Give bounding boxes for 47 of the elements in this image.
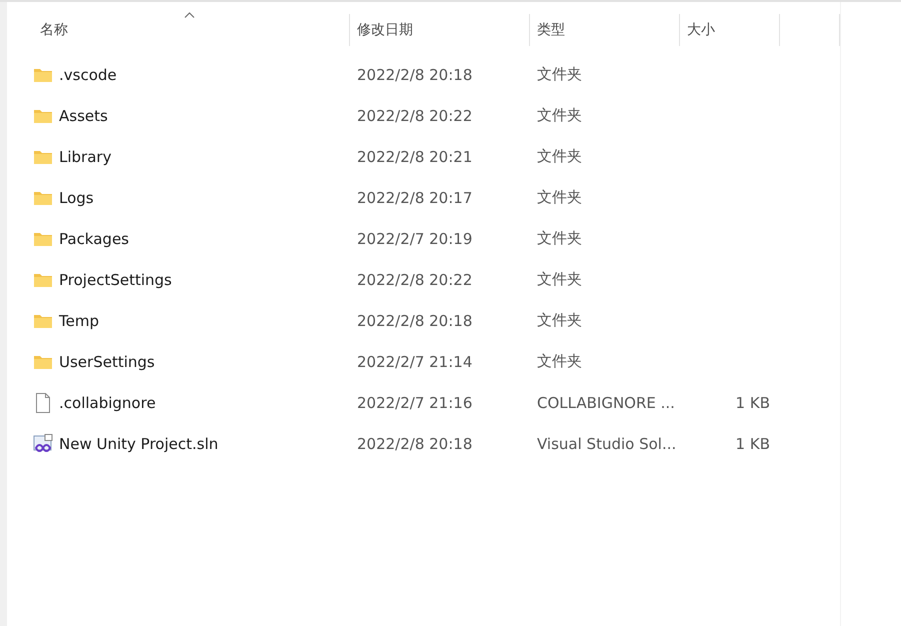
modified-date: 2022/2/8 20:22 <box>357 106 472 124</box>
folder-icon <box>33 272 53 288</box>
file-type: 文件夹 <box>537 147 582 166</box>
file-name[interactable]: Logs <box>59 188 94 206</box>
solution-file-icon <box>33 434 53 454</box>
modified-date: 2022/2/8 20:18 <box>357 312 472 330</box>
file-size: 1 KB <box>736 434 770 452</box>
modified-date: 2022/2/8 20:21 <box>357 148 472 166</box>
file-type: COLLABIGNORE ... <box>537 394 675 412</box>
column-header[interactable]: 修改日期 <box>350 14 530 46</box>
column-header[interactable]: 类型 <box>530 14 680 46</box>
modified-date: 2022/2/8 20:17 <box>357 188 472 206</box>
file-type: 文件夹 <box>537 65 582 84</box>
file-type: 文件夹 <box>537 229 582 248</box>
file-name[interactable]: .collabignore <box>59 394 156 412</box>
file-name[interactable]: Temp <box>59 312 99 330</box>
modified-date: 2022/2/8 20:18 <box>357 66 472 84</box>
column-header[interactable]: 大小 <box>680 14 780 46</box>
folder-icon <box>33 354 53 370</box>
folder-icon <box>33 190 53 206</box>
folder-icon <box>33 312 53 328</box>
column-header[interactable]: 名称 <box>7 14 350 46</box>
file-size: 1 KB <box>736 394 770 412</box>
folder-icon <box>33 108 53 124</box>
file-type: 文件夹 <box>537 188 582 207</box>
modified-date: 2022/2/7 21:14 <box>357 352 472 370</box>
file-type: 文件夹 <box>537 270 582 289</box>
file-name[interactable]: .vscode <box>59 66 117 84</box>
file-name[interactable]: New Unity Project.sln <box>59 434 218 452</box>
folder-icon <box>33 230 53 246</box>
file-name[interactable]: Library <box>59 148 112 166</box>
file-name[interactable]: Packages <box>59 230 129 248</box>
modified-date: 2022/2/8 20:22 <box>357 270 472 288</box>
sort-caret-icon <box>184 12 195 18</box>
modified-date: 2022/2/7 20:19 <box>357 230 472 248</box>
file-name[interactable]: Assets <box>59 106 108 124</box>
modified-date: 2022/2/8 20:18 <box>357 434 472 452</box>
file-type: 文件夹 <box>537 106 582 125</box>
file-type: Visual Studio Sol... <box>537 434 676 452</box>
file-name[interactable]: UserSettings <box>59 352 155 370</box>
file-icon <box>33 392 53 412</box>
folder-icon <box>33 148 53 164</box>
folder-icon <box>33 66 53 82</box>
file-type: 文件夹 <box>537 311 582 330</box>
modified-date: 2022/2/7 21:16 <box>357 394 472 412</box>
file-name[interactable]: ProjectSettings <box>59 270 172 288</box>
file-type: 文件夹 <box>537 352 582 371</box>
